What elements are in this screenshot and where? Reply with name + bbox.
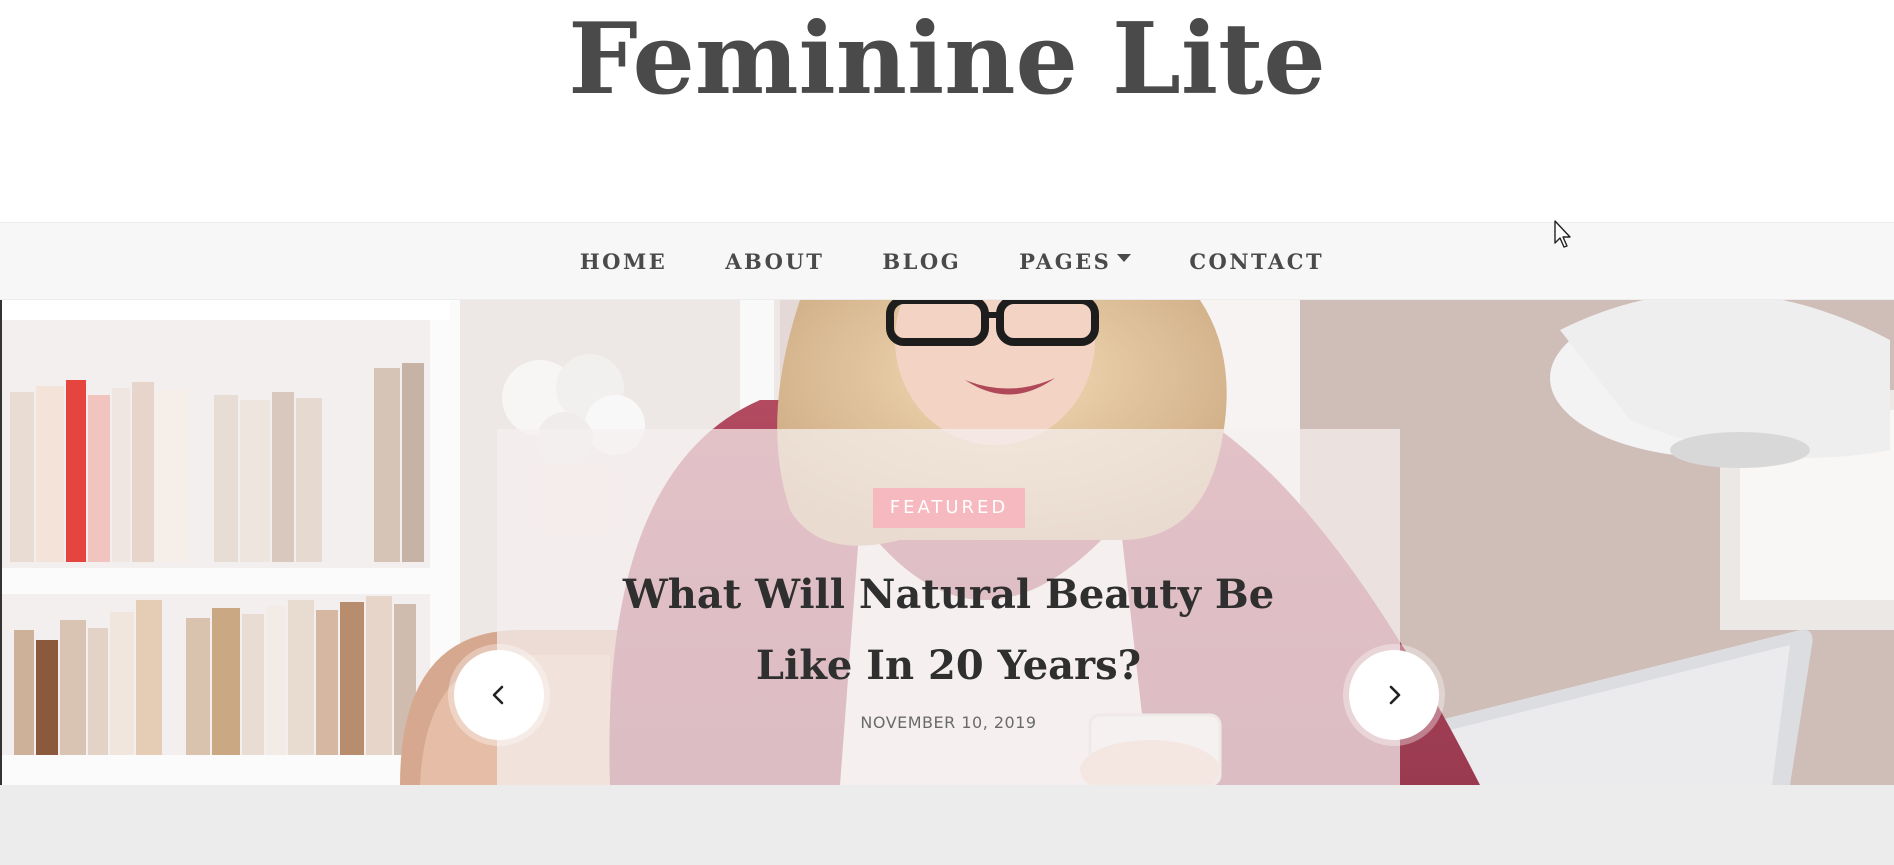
slider-next-button[interactable] bbox=[1349, 650, 1439, 740]
slide-content-card: FEATURED What Will Natural Beauty Be Lik… bbox=[497, 429, 1400, 785]
site-header: Feminine Lite bbox=[0, 0, 1894, 222]
content-area-background bbox=[0, 785, 1894, 865]
main-navigation: HOME ABOUT BLOG PAGES CONTACT bbox=[0, 222, 1894, 300]
nav-item-label: CONTACT bbox=[1189, 248, 1325, 274]
site-title[interactable]: Feminine Lite bbox=[0, 0, 1894, 120]
slide-title[interactable]: What Will Natural Beauty Be Like In 20 Y… bbox=[597, 559, 1300, 701]
nav-item-contact[interactable]: CONTACT bbox=[1189, 249, 1324, 274]
nav-item-home[interactable]: HOME bbox=[580, 249, 667, 274]
chevron-right-icon bbox=[1389, 685, 1401, 705]
nav-item-label: PAGES bbox=[1019, 248, 1112, 274]
nav-item-label: HOME bbox=[579, 248, 668, 274]
category-badge[interactable]: FEATURED bbox=[873, 488, 1025, 528]
nav-item-about[interactable]: ABOUT bbox=[725, 249, 824, 274]
slider-prev-button[interactable] bbox=[454, 650, 544, 740]
caret-down-icon bbox=[1117, 254, 1132, 262]
chevron-left-icon bbox=[492, 685, 504, 705]
featured-slider: FEATURED What Will Natural Beauty Be Lik… bbox=[0, 300, 1894, 785]
mouse-pointer-icon bbox=[1554, 220, 1571, 248]
nav-item-blog[interactable]: BLOG bbox=[882, 249, 961, 274]
nav-list: HOME ABOUT BLOG PAGES CONTACT bbox=[0, 223, 1894, 299]
nav-item-label: ABOUT bbox=[725, 248, 825, 274]
nav-item-pages[interactable]: PAGES bbox=[1019, 248, 1132, 274]
nav-item-label: BLOG bbox=[882, 248, 962, 274]
slide-date: NOVEMBER 10, 2019 bbox=[860, 713, 1037, 732]
